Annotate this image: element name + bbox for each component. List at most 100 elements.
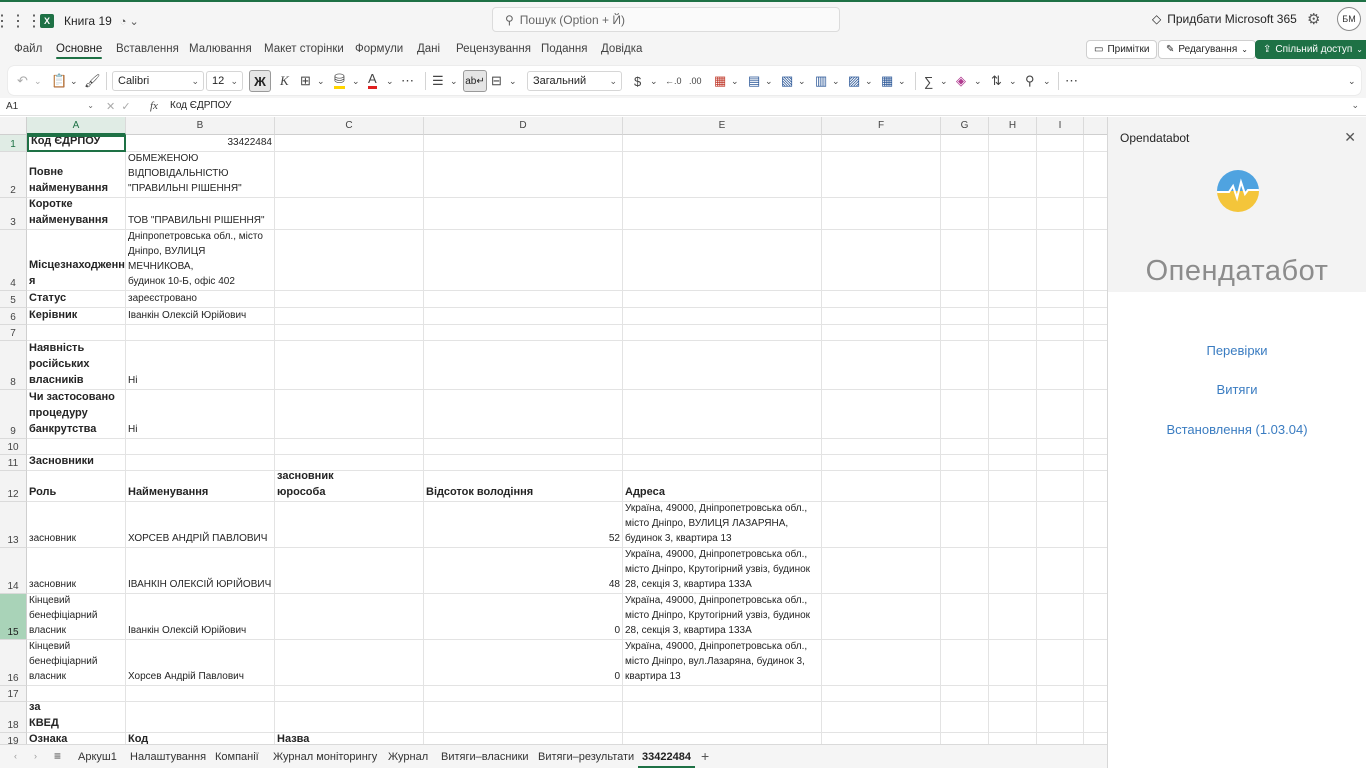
- grid-cell[interactable]: [941, 230, 989, 291]
- grid-cell[interactable]: [941, 325, 989, 341]
- grid-cell[interactable]: [1037, 594, 1084, 640]
- chevron-down-icon[interactable]: ⌄: [1009, 71, 1017, 91]
- grid-cell[interactable]: засновник: [27, 502, 126, 548]
- grid-cell[interactable]: Ні: [126, 341, 275, 390]
- grid-cell[interactable]: [941, 439, 989, 455]
- format-cells-icon[interactable]: ▦: [881, 71, 893, 91]
- grid-cell[interactable]: [1084, 291, 1107, 308]
- grid-cell[interactable]: 0: [424, 594, 623, 640]
- function-icon[interactable]: fx: [150, 100, 158, 112]
- chevron-down-icon[interactable]: ⌄: [765, 71, 773, 91]
- grid-cell[interactable]: [424, 686, 623, 702]
- editing-mode-button[interactable]: ✎ Редагування ⌄: [1158, 40, 1256, 59]
- grid-cell[interactable]: [275, 291, 424, 308]
- chevron-down-icon[interactable]: ⌄: [386, 71, 394, 91]
- chevron-down-icon[interactable]: ⌄: [1348, 71, 1356, 91]
- chevron-down-icon[interactable]: ⌄: [1351, 100, 1359, 111]
- grid-cell[interactable]: Кінцевий бенефіціарний власник: [27, 594, 126, 640]
- grid-cell[interactable]: [424, 152, 623, 198]
- grid-cell[interactable]: [1084, 325, 1107, 341]
- grid-cell[interactable]: Код: [126, 733, 275, 744]
- grid-cell[interactable]: [941, 548, 989, 594]
- paste-icon[interactable]: 📋: [51, 71, 67, 91]
- grid-cell[interactable]: [941, 471, 989, 502]
- grid-cell[interactable]: [623, 390, 822, 439]
- row-header[interactable]: 18: [0, 702, 27, 733]
- grid-cell[interactable]: [275, 455, 424, 471]
- grid-cell[interactable]: [1084, 594, 1107, 640]
- grid-cell[interactable]: Керівник: [27, 308, 126, 325]
- column-header[interactable]: C: [275, 117, 424, 135]
- grid-cell[interactable]: Хорсев Андрій Павлович: [126, 640, 275, 686]
- row-header[interactable]: 1: [0, 135, 27, 152]
- chevron-down-icon[interactable]: ⌄: [731, 71, 739, 91]
- chevron-down-icon[interactable]: ⌄: [34, 71, 42, 91]
- grid-cell[interactable]: 0: [424, 640, 623, 686]
- grid-cell[interactable]: Код ЄДРПОУ, якщо засновник юрособа: [275, 471, 424, 502]
- grid-cell[interactable]: [989, 471, 1037, 502]
- grid-cell[interactable]: [623, 152, 822, 198]
- grid-cell[interactable]: Наявність російських власників: [27, 341, 126, 390]
- row-header[interactable]: 8: [0, 341, 27, 390]
- tab-view[interactable]: Подання: [541, 43, 587, 55]
- grid-cell[interactable]: [822, 439, 941, 455]
- sheet-tab-active[interactable]: 33422484: [638, 751, 695, 768]
- grid-cell[interactable]: [941, 291, 989, 308]
- buy-microsoft-365-link[interactable]: ◇ Придбати Microsoft 365: [1152, 12, 1297, 26]
- grid-cell[interactable]: [1037, 308, 1084, 325]
- font-size-select[interactable]: 12 ⌄: [206, 71, 243, 91]
- row-header[interactable]: 12: [0, 471, 27, 502]
- grid-cell[interactable]: [941, 502, 989, 548]
- grid-cell[interactable]: [275, 152, 424, 198]
- sheet-tab[interactable]: Налаштування: [130, 751, 206, 763]
- grid-cell[interactable]: [275, 702, 424, 733]
- grid-cell[interactable]: [623, 733, 822, 744]
- grid-cell[interactable]: [989, 733, 1037, 744]
- grid-cell[interactable]: [1037, 702, 1084, 733]
- spreadsheet-grid[interactable]: A B C D E F G H I 1 Код ЄДРПОУ 33422484 2 Повне найме…: [0, 117, 1107, 744]
- app-launcher-icon[interactable]: ⋮⋮⋮: [0, 2, 42, 40]
- grid-cell[interactable]: [822, 291, 941, 308]
- grid-cell[interactable]: [1084, 308, 1107, 325]
- grid-cell[interactable]: [989, 135, 1037, 152]
- grid-cell[interactable]: [941, 686, 989, 702]
- grid-cell[interactable]: [1037, 341, 1084, 390]
- conditional-formatting-icon[interactable]: ▦: [714, 71, 726, 91]
- grid-cell[interactable]: [27, 686, 126, 702]
- row-header[interactable]: 7: [0, 325, 27, 341]
- format-painter-icon[interactable]: 🖌: [84, 71, 101, 91]
- grid-cell[interactable]: [275, 502, 424, 548]
- grid-cell[interactable]: [989, 291, 1037, 308]
- row-header[interactable]: 4: [0, 230, 27, 291]
- chevron-down-icon[interactable]: ⌄: [450, 71, 458, 91]
- share-button[interactable]: ⇪ Спільний доступ ⌄: [1255, 40, 1366, 59]
- grid-cell[interactable]: [822, 686, 941, 702]
- row-header[interactable]: 5: [0, 291, 27, 308]
- row-header[interactable]: 2: [0, 152, 27, 198]
- sheet-tab[interactable]: Журнал моніторингу: [273, 751, 377, 763]
- grid-cell[interactable]: [1037, 548, 1084, 594]
- column-header[interactable]: B: [126, 117, 275, 135]
- grid-cell[interactable]: Іванкін Олексій Юрійович: [126, 594, 275, 640]
- grid-cell[interactable]: [1084, 548, 1107, 594]
- chevron-down-icon[interactable]: ⌄: [974, 71, 982, 91]
- grid-cell[interactable]: [623, 341, 822, 390]
- clear-icon[interactable]: ◈: [956, 71, 966, 91]
- grid-cell[interactable]: Повне найменування: [27, 152, 126, 198]
- sort-filter-icon[interactable]: ⇅: [991, 71, 1002, 91]
- row-header[interactable]: 3: [0, 198, 27, 230]
- grid-cell[interactable]: [822, 502, 941, 548]
- grid-cell[interactable]: [1084, 455, 1107, 471]
- grid-cell[interactable]: [1037, 439, 1084, 455]
- grid-cell[interactable]: Чи застосовано процедуру банкрутства: [27, 390, 126, 439]
- row-header[interactable]: 16: [0, 640, 27, 686]
- grid-cell[interactable]: Назва: [275, 733, 424, 744]
- insert-cells-icon[interactable]: ▥: [815, 71, 827, 91]
- all-sheets-menu-icon[interactable]: ≡: [54, 749, 61, 763]
- grid-cell[interactable]: [1084, 702, 1107, 733]
- grid-cell[interactable]: Місцезнаходженн я: [27, 230, 126, 291]
- grid-cell[interactable]: [126, 439, 275, 455]
- grid-cell[interactable]: [1037, 455, 1084, 471]
- grid-cell[interactable]: [989, 686, 1037, 702]
- tab-help[interactable]: Довідка: [601, 43, 642, 55]
